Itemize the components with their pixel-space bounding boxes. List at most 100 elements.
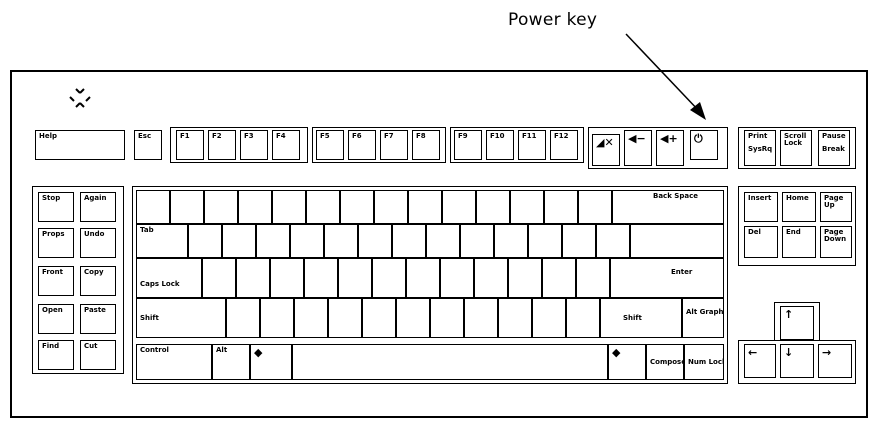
arrow-left-key[interactable]: ← xyxy=(744,344,776,378)
key-backslash-top[interactable] xyxy=(578,190,612,224)
insert-key[interactable]: Insert xyxy=(744,192,778,222)
key-l[interactable] xyxy=(474,258,508,298)
key-quote[interactable] xyxy=(542,258,576,298)
key-slash[interactable] xyxy=(532,298,566,338)
key-v[interactable] xyxy=(328,298,362,338)
key-j[interactable] xyxy=(406,258,440,298)
key-k[interactable] xyxy=(440,258,474,298)
control-key[interactable]: Control xyxy=(136,344,212,380)
key-rbracket[interactable] xyxy=(562,224,596,258)
shift-right-key[interactable]: Shift xyxy=(600,298,682,338)
copy-key[interactable]: Copy xyxy=(80,266,116,296)
f10-key[interactable]: F10 xyxy=(486,130,514,160)
mute-key[interactable]: ◢✕ xyxy=(592,134,620,166)
key-q[interactable] xyxy=(188,224,222,258)
key-0[interactable] xyxy=(476,190,510,224)
undo-key[interactable]: Undo xyxy=(80,228,116,258)
key-y[interactable] xyxy=(358,224,392,258)
props-key[interactable]: Props xyxy=(38,228,74,258)
key-e[interactable] xyxy=(256,224,290,258)
key-t[interactable] xyxy=(324,224,358,258)
f9-key[interactable]: F9 xyxy=(454,130,482,160)
tab-key[interactable]: Tab xyxy=(136,224,188,258)
f1-key[interactable]: F1 xyxy=(176,130,204,160)
home-key[interactable]: Home xyxy=(782,192,816,222)
key-o[interactable] xyxy=(460,224,494,258)
volume-down-key[interactable]: ◀− xyxy=(624,130,652,166)
f3-key[interactable]: F3 xyxy=(240,130,268,160)
f11-key[interactable]: F11 xyxy=(518,130,546,160)
f8-key[interactable]: F8 xyxy=(412,130,440,160)
arrow-down-key[interactable]: ↓ xyxy=(780,344,814,378)
key-w[interactable] xyxy=(222,224,256,258)
key-slash-home[interactable] xyxy=(576,258,610,298)
arrow-right-key[interactable]: → xyxy=(818,344,852,378)
f12-key[interactable]: F12 xyxy=(550,130,578,160)
key-x[interactable] xyxy=(260,298,294,338)
print-key[interactable]: Print SysRq xyxy=(744,130,776,166)
key-2[interactable] xyxy=(204,190,238,224)
key-5[interactable] xyxy=(306,190,340,224)
stop-key[interactable]: Stop xyxy=(38,192,74,222)
power-key[interactable]: ⏻ xyxy=(690,130,718,160)
spacebar[interactable] xyxy=(292,344,608,380)
key-z[interactable] xyxy=(226,298,260,338)
meta-left-key[interactable]: ◆ xyxy=(250,344,292,380)
key-backslash[interactable] xyxy=(630,224,724,258)
key-m[interactable] xyxy=(430,298,464,338)
key-f[interactable] xyxy=(304,258,338,298)
cut-key[interactable]: Cut xyxy=(80,340,116,370)
key-8[interactable] xyxy=(408,190,442,224)
pause-key[interactable]: Pause Break xyxy=(818,130,850,166)
key-equals[interactable] xyxy=(544,190,578,224)
key-s[interactable] xyxy=(236,258,270,298)
f6-key[interactable]: F6 xyxy=(348,130,376,160)
capslock-key[interactable]: Caps Lock xyxy=(136,258,202,298)
key-semicolon[interactable] xyxy=(508,258,542,298)
meta-right-key[interactable]: ◆ xyxy=(608,344,646,380)
key-4[interactable] xyxy=(272,190,306,224)
f5-key[interactable]: F5 xyxy=(316,130,344,160)
key-u[interactable] xyxy=(392,224,426,258)
key-9[interactable] xyxy=(442,190,476,224)
pagedown-key[interactable]: Page Down xyxy=(820,226,852,258)
alt-key[interactable]: Alt xyxy=(212,344,250,380)
key-minus[interactable] xyxy=(510,190,544,224)
key-3[interactable] xyxy=(238,190,272,224)
find-key[interactable]: Find xyxy=(38,340,74,370)
key-d[interactable] xyxy=(270,258,304,298)
volume-up-key[interactable]: ◀+ xyxy=(656,130,684,166)
paste-key[interactable]: Paste xyxy=(80,304,116,334)
key-period[interactable] xyxy=(498,298,532,338)
shift-left-key[interactable]: Shift xyxy=(136,298,226,338)
enter-key[interactable]: Enter xyxy=(610,258,724,298)
f4-key[interactable]: F4 xyxy=(272,130,300,160)
key-r[interactable] xyxy=(290,224,324,258)
compose-key[interactable]: Compose xyxy=(646,344,684,380)
key-i[interactable] xyxy=(426,224,460,258)
front-key[interactable]: Front xyxy=(38,266,74,296)
esc-key[interactable]: Esc xyxy=(134,130,162,160)
key-n[interactable] xyxy=(396,298,430,338)
backspace-key[interactable]: Back Space xyxy=(612,190,724,224)
end-key[interactable]: End xyxy=(782,226,816,258)
arrow-up-key[interactable]: ↑ xyxy=(780,306,814,340)
altgraph-key[interactable]: Alt Graph xyxy=(682,298,724,338)
open-key[interactable]: Open xyxy=(38,304,74,334)
key-1[interactable] xyxy=(170,190,204,224)
key-a[interactable] xyxy=(202,258,236,298)
key-p[interactable] xyxy=(494,224,528,258)
scroll-lock-key[interactable]: Scroll Lock xyxy=(780,130,812,166)
key-backtick[interactable] xyxy=(136,190,170,224)
key-6[interactable] xyxy=(340,190,374,224)
key-comma[interactable] xyxy=(464,298,498,338)
delete-key[interactable]: Del xyxy=(744,226,778,258)
f7-key[interactable]: F7 xyxy=(380,130,408,160)
key-lbracket[interactable] xyxy=(528,224,562,258)
key-g[interactable] xyxy=(338,258,372,298)
key-h[interactable] xyxy=(372,258,406,298)
key-7[interactable] xyxy=(374,190,408,224)
key-b[interactable] xyxy=(362,298,396,338)
help-key[interactable]: Help xyxy=(35,130,125,160)
again-key[interactable]: Again xyxy=(80,192,116,222)
